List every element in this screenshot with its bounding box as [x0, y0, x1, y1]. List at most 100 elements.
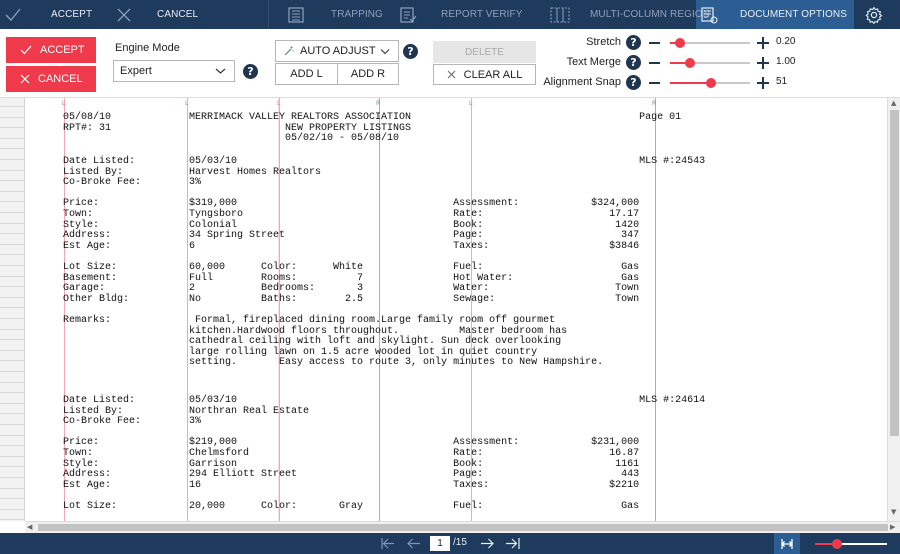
x-icon — [20, 74, 30, 84]
decrease-icon[interactable] — [649, 82, 660, 84]
vertical-scroll-thumb[interactable] — [890, 110, 899, 436]
slider-track[interactable] — [670, 78, 750, 88]
gutter-line — [0, 201, 25, 202]
toolbar-report-verify-button[interactable]: REPORT VERIFY — [399, 0, 523, 29]
slider-help-icon[interactable]: ? — [626, 55, 641, 70]
add-r-button[interactable]: ADD R — [337, 63, 399, 85]
previous-page-icon[interactable] — [406, 537, 422, 550]
slider-thumb[interactable] — [705, 78, 716, 88]
document-line: Co-Broke Fee: 3% — [63, 416, 202, 428]
toolbar-cancel-button[interactable]: CANCEL — [117, 0, 198, 29]
gutter-line — [0, 148, 25, 149]
slider-thumb[interactable] — [685, 58, 695, 68]
document-line: Date Listed: 05/03/10 MLS #:24614 — [63, 395, 706, 406]
engine-mode-select[interactable]: Expert — [113, 60, 235, 82]
gutter-line — [0, 106, 25, 107]
line-gutter — [0, 98, 25, 521]
cancel-label: CANCEL — [38, 73, 83, 85]
scroll-left-icon[interactable]: ◀ — [27, 523, 32, 531]
slider-value: 0.20 — [776, 36, 796, 47]
bottom-bar: 1 /15 — [0, 533, 900, 554]
settings-button[interactable] — [865, 0, 883, 29]
report-verify-icon — [400, 6, 417, 23]
gutter-line — [0, 371, 25, 372]
scroll-down-icon[interactable]: ▼ — [891, 508, 896, 516]
page-total: /15 — [453, 537, 467, 548]
listing-block: Date Listed: 05/03/10 MLS #:24614 Listed … — [63, 395, 706, 513]
toolbar-accept-button[interactable]: ACCEPT — [5, 0, 92, 29]
document-line: Date Listed: 05/03/10 MLS #:24543 — [63, 156, 706, 167]
horizontal-scrollbar[interactable]: ◀ ▶ — [25, 521, 900, 533]
toolbar-trapping-button[interactable]: TRAPPING — [287, 0, 383, 29]
gutter-line — [0, 286, 25, 287]
auto-adjust-dropdown[interactable]: AUTO ADJUST — [275, 40, 399, 62]
report-header: 05/08/10 MERRIMACK VALLEY REALTORS ASSOC… — [63, 112, 681, 145]
engine-mode-label: Engine Mode — [115, 42, 180, 54]
zoom-slider[interactable] — [815, 539, 887, 549]
horizontal-scroll-thumb[interactable] — [38, 524, 888, 531]
toolbar-multi-column-label: MULTI-COLUMN REGION — [590, 9, 711, 20]
next-page-icon[interactable] — [479, 537, 495, 550]
auto-adjust-label: AUTO ADJUST — [300, 45, 376, 57]
gutter-line — [0, 435, 25, 436]
increase-icon[interactable] — [757, 77, 769, 89]
zoom-slider-thumb[interactable] — [831, 539, 842, 549]
last-page-icon[interactable] — [504, 537, 521, 550]
first-page-icon[interactable] — [380, 537, 396, 550]
column-marker-r[interactable]: R — [652, 100, 656, 107]
column-marker-r[interactable]: R — [376, 100, 380, 107]
decrease-icon[interactable] — [649, 62, 660, 64]
document-line: Lot Size: 60,000 Color: White Fuel: Gas — [63, 261, 640, 273]
clear-all-button[interactable]: CLEAR ALL — [433, 64, 536, 85]
scroll-up-icon[interactable]: ▲ — [891, 99, 896, 107]
toolbar-multi-column-button[interactable]: MULTI-COLUMN REGION — [550, 0, 710, 29]
page-number-input[interactable]: 1 — [430, 536, 450, 551]
document-line: Est Age: 16 Taxes: $2210 — [63, 479, 640, 491]
check-icon — [20, 45, 32, 55]
column-marker-l[interactable]: L — [469, 100, 472, 107]
x-icon — [447, 70, 455, 79]
increase-icon[interactable] — [757, 57, 769, 69]
document-line: Est Age: 6 Taxes: $3846 — [63, 240, 640, 252]
gutter-line — [0, 307, 25, 308]
accept-label: ACCEPT — [40, 44, 85, 56]
slider-thumb[interactable] — [675, 38, 686, 48]
gutter-line — [0, 254, 25, 255]
auto-adjust-help-icon[interactable]: ? — [403, 44, 418, 59]
gutter-line — [0, 191, 25, 192]
gutter-line — [0, 127, 25, 128]
document-line: Lot Size: 20,000 Color: Gray Fuel: Gas — [63, 500, 640, 512]
engine-mode-help-icon[interactable]: ? — [243, 64, 258, 79]
gutter-line — [0, 265, 25, 266]
scroll-right-icon[interactable]: ▶ — [890, 523, 895, 531]
column-marker-l[interactable]: L — [62, 100, 65, 107]
column-marker-l[interactable]: L — [185, 100, 188, 107]
accept-button[interactable]: ACCEPT — [6, 37, 96, 63]
toolbar-cancel-label: CANCEL — [157, 9, 199, 20]
document-view[interactable]: L L L R L R 05/08/10 MERRIMACK VALLEY RE… — [25, 98, 887, 521]
document-line: Remarks: Formal, fireplaced dining room.… — [63, 314, 556, 326]
slider-track[interactable] — [670, 58, 750, 68]
add-l-button[interactable]: ADD L — [275, 63, 338, 85]
gutter-line — [0, 170, 25, 171]
slider-help-icon[interactable]: ? — [626, 35, 641, 50]
vertical-scrollbar[interactable]: ▲ ▼ — [887, 98, 900, 521]
column-marker-l[interactable]: L — [277, 100, 280, 107]
delete-button[interactable]: DELETE — [433, 41, 536, 63]
gutter-line — [0, 117, 25, 118]
slider-value: 51 — [776, 76, 788, 87]
gutter-line — [0, 318, 25, 319]
gear-icon — [865, 5, 883, 24]
document-line: 05/02/10 - 05/08/10 — [63, 133, 400, 145]
slider-fill — [670, 82, 711, 84]
toolbar-document-options-button[interactable]: DOCUMENT OPTIONS — [700, 0, 847, 29]
decrease-icon[interactable] — [649, 42, 660, 44]
slider-help-icon[interactable]: ? — [626, 75, 641, 90]
document-line: Co-Broke Fee: 3% — [63, 177, 202, 189]
engine-mode-value: Expert — [120, 65, 152, 77]
slider-track[interactable] — [670, 38, 750, 48]
fit-to-page-button[interactable] — [774, 533, 800, 554]
gutter-line — [0, 339, 25, 340]
cancel-button[interactable]: CANCEL — [6, 66, 96, 92]
increase-icon[interactable] — [757, 37, 769, 49]
